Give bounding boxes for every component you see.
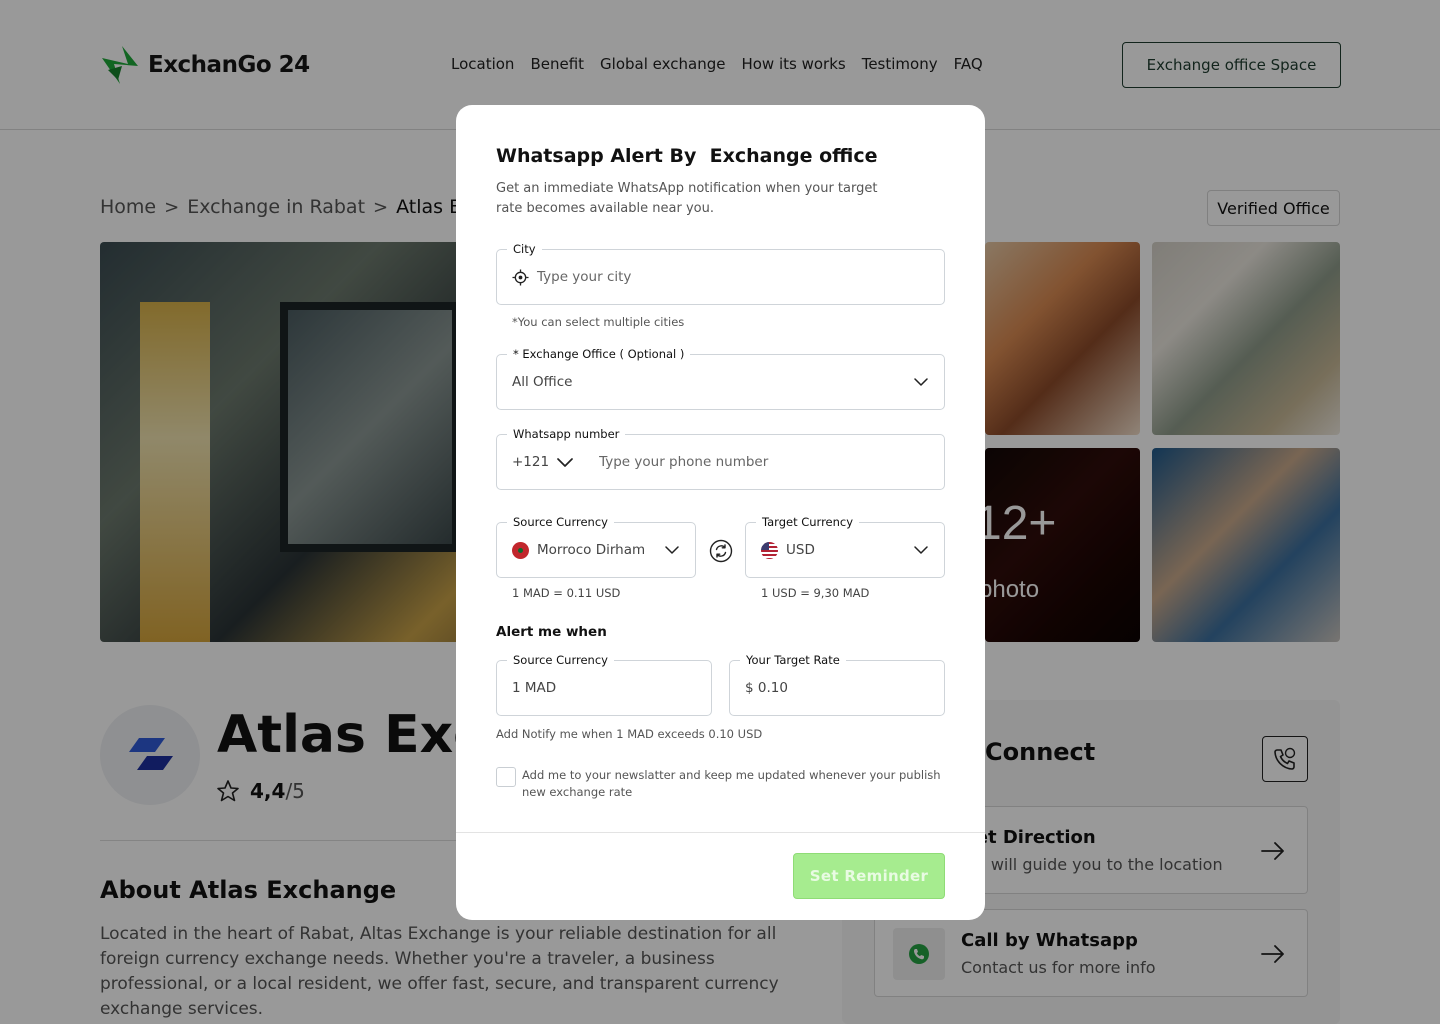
newsletter-checkbox[interactable]: [496, 767, 516, 787]
location-target-icon: [512, 268, 529, 286]
phone-number-input[interactable]: Type your phone number: [599, 454, 768, 470]
city-input[interactable]: Type your city: [537, 269, 631, 285]
target-rate-note: 1 USD = 9,30 MAD: [761, 586, 870, 600]
modal-description: Get an immediate WhatsApp notification w…: [496, 181, 878, 216]
city-note: *You can select multiple cities: [512, 315, 685, 329]
whatsapp-alert-modal: Whatsapp Alert By Exchange office Get an…: [456, 105, 985, 920]
chevron-down-icon: [914, 378, 928, 386]
country-code-value: +121: [512, 454, 550, 470]
swap-currency-icon[interactable]: [709, 539, 733, 563]
chevron-down-icon: [665, 546, 679, 554]
whatsapp-number-field[interactable]: Whatsapp number +121 Type your phone num…: [496, 427, 945, 490]
alert-section-title: Alert me when: [496, 624, 607, 640]
modal-footer-divider: [456, 832, 985, 833]
source-rate-note: 1 MAD = 0.11 USD: [512, 586, 621, 600]
city-field[interactable]: City Type your city: [496, 242, 945, 305]
source-amount-input[interactable]: 1 MAD: [512, 680, 556, 696]
source-currency-value: Morroco Dirham: [537, 542, 646, 558]
notify-note: Add Notify me when 1 MAD exceeds 0.10 US…: [496, 727, 763, 741]
us-flag-icon: [761, 541, 778, 559]
country-code-select[interactable]: +121: [512, 454, 573, 470]
target-rate-field[interactable]: Your Target Rate $ 0.10: [729, 653, 945, 716]
modal-title: Whatsapp Alert By Exchange office: [496, 145, 878, 167]
target-currency-value: USD: [786, 542, 815, 558]
target-rate-input[interactable]: $ 0.10: [745, 680, 788, 696]
chevron-down-icon: [914, 546, 928, 554]
morocco-flag-icon: [512, 541, 529, 559]
source-amount-field[interactable]: Source Currency 1 MAD: [496, 653, 712, 716]
exchange-office-select[interactable]: * Exchange Office ( Optional ) All Offic…: [496, 347, 945, 410]
newsletter-label[interactable]: Add me to your newslatter and keep me up…: [522, 767, 942, 801]
target-currency-select[interactable]: Target Currency USD: [745, 515, 945, 578]
exchange-office-value: All Office: [512, 374, 573, 390]
chevron-down-icon: [557, 458, 573, 467]
set-reminder-button[interactable]: Set Reminder: [793, 853, 945, 899]
source-currency-select[interactable]: Source Currency Morroco Dirham: [496, 515, 696, 578]
